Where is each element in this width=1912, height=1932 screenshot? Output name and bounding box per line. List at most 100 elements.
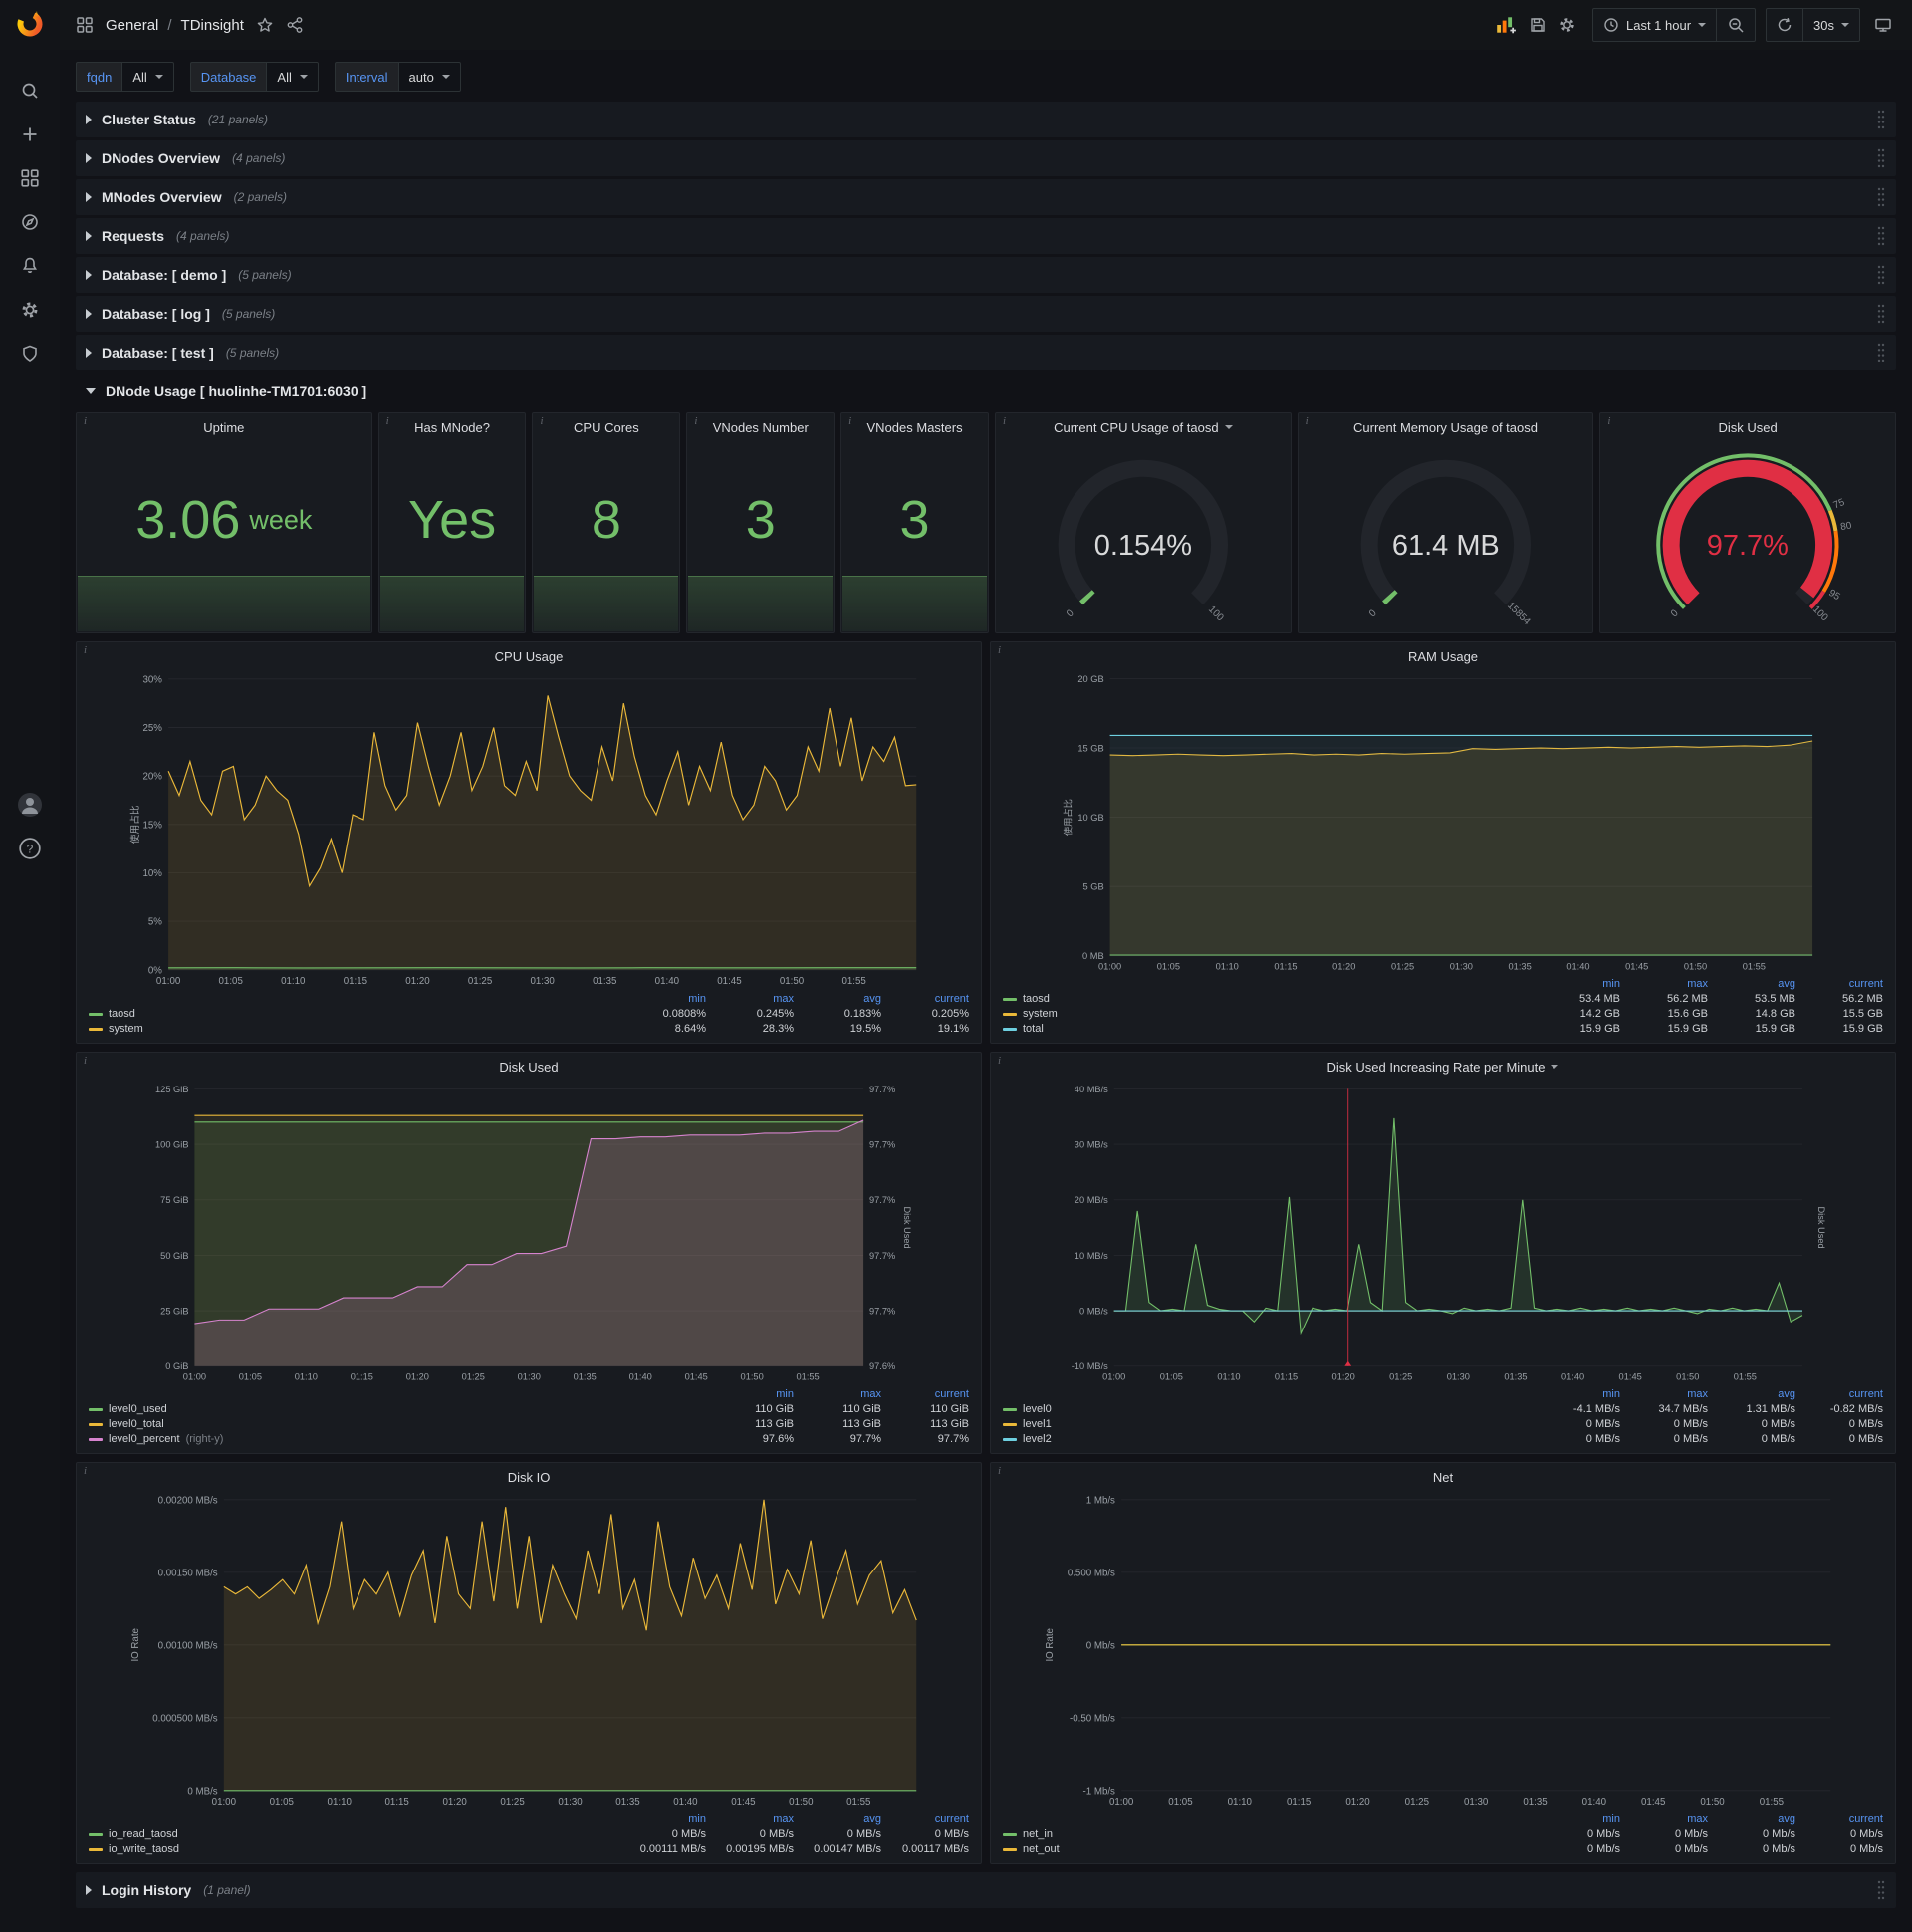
panel-info-icon[interactable]: i (540, 415, 543, 427)
variable-database-label[interactable]: Database (189, 62, 267, 92)
legend-header-max[interactable]: max (1622, 1813, 1710, 1825)
row-database-test[interactable]: Database: [ test ] (5 panels) (76, 335, 1896, 370)
legend-header-max[interactable]: max (796, 1388, 883, 1400)
legend-series-total[interactable]: total (1003, 1023, 1535, 1035)
legend-header-avg[interactable]: avg (1710, 1813, 1797, 1825)
search-icon[interactable] (0, 69, 60, 113)
panel-title[interactable]: Uptime (77, 413, 371, 441)
chart-plot-area[interactable]: 20 GB 15 GB 10 GB 5 GB 0 MB 01:00 01:05 01:10 01… (991, 670, 1895, 976)
grafana-logo-icon[interactable] (15, 8, 45, 43)
panel-title[interactable]: RAM Usage (991, 642, 1895, 670)
dashboards-icon[interactable] (0, 156, 60, 200)
breadcrumb-dashboard[interactable]: TDinsight (181, 17, 244, 34)
breadcrumb-folder[interactable]: General (106, 17, 158, 34)
panel-info-icon[interactable]: i (998, 1055, 1001, 1067)
panel-info-icon[interactable]: i (84, 1055, 87, 1067)
kiosk-mode-button[interactable] (1868, 10, 1898, 40)
time-range-picker[interactable]: Last 1 hour (1593, 9, 1716, 41)
panel-info-icon[interactable]: i (84, 415, 87, 427)
chart-plot-area[interactable]: 125 GiB 100 GiB 75 GiB 50 GiB 25 GiB 0 GiB 97.… (77, 1081, 981, 1386)
panel-info-icon[interactable]: i (848, 415, 851, 427)
server-admin-shield-icon[interactable] (0, 332, 60, 375)
refresh-button[interactable] (1767, 9, 1802, 41)
legend-header-max[interactable]: max (708, 993, 796, 1005)
panel-info-icon[interactable]: i (998, 644, 1001, 656)
row-mnodes-overview[interactable]: MNodes Overview (2 panels) (76, 179, 1896, 215)
legend-header-avg[interactable]: avg (796, 1813, 883, 1825)
legend-header-avg[interactable]: avg (1710, 1388, 1797, 1400)
panel-title[interactable]: Disk Used (1600, 413, 1895, 441)
panel-title[interactable]: Has MNode? (379, 413, 526, 441)
row-requests[interactable]: Requests (4 panels) (76, 218, 1896, 254)
row-dnode-usage[interactable]: DNode Usage [ huolinhe-TM1701:6030 ] (76, 373, 1896, 409)
row-drag-handle[interactable] (1876, 341, 1886, 364)
panel-title[interactable]: Disk Used Increasing Rate per Minute (991, 1053, 1895, 1081)
variable-fqdn-label[interactable]: fqdn (76, 62, 122, 92)
panel-title[interactable]: VNodes Number (687, 413, 834, 441)
row-cluster-status[interactable]: Cluster Status (21 panels) (76, 102, 1896, 137)
row-dnodes-overview[interactable]: DNodes Overview (4 panels) (76, 140, 1896, 176)
legend-series-system[interactable]: system (89, 1023, 620, 1035)
panel-info-icon[interactable]: i (1306, 415, 1309, 427)
row-drag-handle[interactable] (1876, 1878, 1886, 1902)
chart-plot-area[interactable]: 40 MB/s 30 MB/s 20 MB/s 10 MB/s 0 MB/s -10 MB… (991, 1081, 1895, 1386)
legend-header-avg[interactable]: avg (796, 993, 883, 1005)
row-drag-handle[interactable] (1876, 108, 1886, 131)
panel-info-icon[interactable]: i (1003, 415, 1006, 427)
legend-header-current[interactable]: current (883, 1813, 971, 1825)
panel-title[interactable]: CPU Usage (77, 642, 981, 670)
legend-header-min[interactable]: min (1535, 1813, 1622, 1825)
panel-title[interactable]: Current Memory Usage of taosd (1299, 413, 1593, 441)
panel-info-icon[interactable]: i (386, 415, 389, 427)
help-icon[interactable]: ? (18, 837, 42, 865)
legend-header-min[interactable]: min (620, 993, 708, 1005)
save-dashboard-button[interactable] (1523, 10, 1553, 40)
legend-series-level0_used[interactable]: level0_used (89, 1403, 708, 1415)
legend-series-level0_percent[interactable]: level0_percent (right-y) (89, 1433, 708, 1445)
legend-header-min[interactable]: min (1535, 978, 1622, 990)
legend-series-level1[interactable]: level1 (1003, 1418, 1535, 1430)
legend-series-level0[interactable]: level0 (1003, 1403, 1535, 1415)
legend-header-max[interactable]: max (1622, 978, 1710, 990)
row-login-history[interactable]: Login History (1 panel) (76, 1872, 1896, 1908)
legend-header-current[interactable]: current (1797, 1813, 1885, 1825)
row-database-log[interactable]: Database: [ log ] (5 panels) (76, 296, 1896, 332)
panel-info-icon[interactable]: i (998, 1465, 1001, 1477)
panel-info-icon[interactable]: i (84, 1465, 87, 1477)
legend-header-current[interactable]: current (883, 993, 971, 1005)
refresh-interval-picker[interactable]: 30s (1802, 9, 1859, 41)
panel-title[interactable]: VNodes Masters (841, 413, 988, 441)
star-dashboard-button[interactable] (250, 10, 280, 40)
panel-title[interactable]: Current CPU Usage of taosd (996, 413, 1291, 441)
panel-title[interactable]: Disk IO (77, 1463, 981, 1491)
legend-header-current[interactable]: current (1797, 1388, 1885, 1400)
legend-header-max[interactable]: max (1622, 1388, 1710, 1400)
row-drag-handle[interactable] (1876, 185, 1886, 209)
legend-series-system[interactable]: system (1003, 1008, 1535, 1020)
add-panel-button[interactable] (1489, 8, 1523, 42)
chart-plot-area[interactable]: 30% 25% 20% 15% 10% 5% 0% 01:00 01:05 01:10 01:15 0… (77, 670, 981, 991)
panel-info-icon[interactable]: i (1607, 415, 1610, 427)
panel-title[interactable]: Net (991, 1463, 1895, 1491)
row-drag-handle[interactable] (1876, 146, 1886, 170)
variable-fqdn-value[interactable]: All (121, 62, 174, 92)
legend-series-io_write_taosd[interactable]: io_write_taosd (89, 1843, 620, 1855)
variable-interval-value[interactable]: auto (397, 62, 461, 92)
configuration-gear-icon[interactable] (0, 288, 60, 332)
panel-title[interactable]: CPU Cores (533, 413, 679, 441)
row-database-demo[interactable]: Database: [ demo ] (5 panels) (76, 257, 1896, 293)
legend-series-level0_total[interactable]: level0_total (89, 1418, 708, 1430)
legend-header-current[interactable]: current (1797, 978, 1885, 990)
legend-series-level2[interactable]: level2 (1003, 1433, 1535, 1445)
row-drag-handle[interactable] (1876, 302, 1886, 326)
panel-title[interactable]: Disk Used (77, 1053, 981, 1081)
legend-header-max[interactable]: max (708, 1813, 796, 1825)
row-drag-handle[interactable] (1876, 224, 1886, 248)
row-drag-handle[interactable] (1876, 263, 1886, 287)
variable-interval-label[interactable]: Interval (334, 62, 398, 92)
legend-series-net_in[interactable]: net_in (1003, 1828, 1535, 1840)
variable-database-value[interactable]: All (266, 62, 319, 92)
legend-series-net_out[interactable]: net_out (1003, 1843, 1535, 1855)
share-dashboard-button[interactable] (280, 10, 310, 40)
zoom-out-time-button[interactable] (1716, 9, 1755, 41)
